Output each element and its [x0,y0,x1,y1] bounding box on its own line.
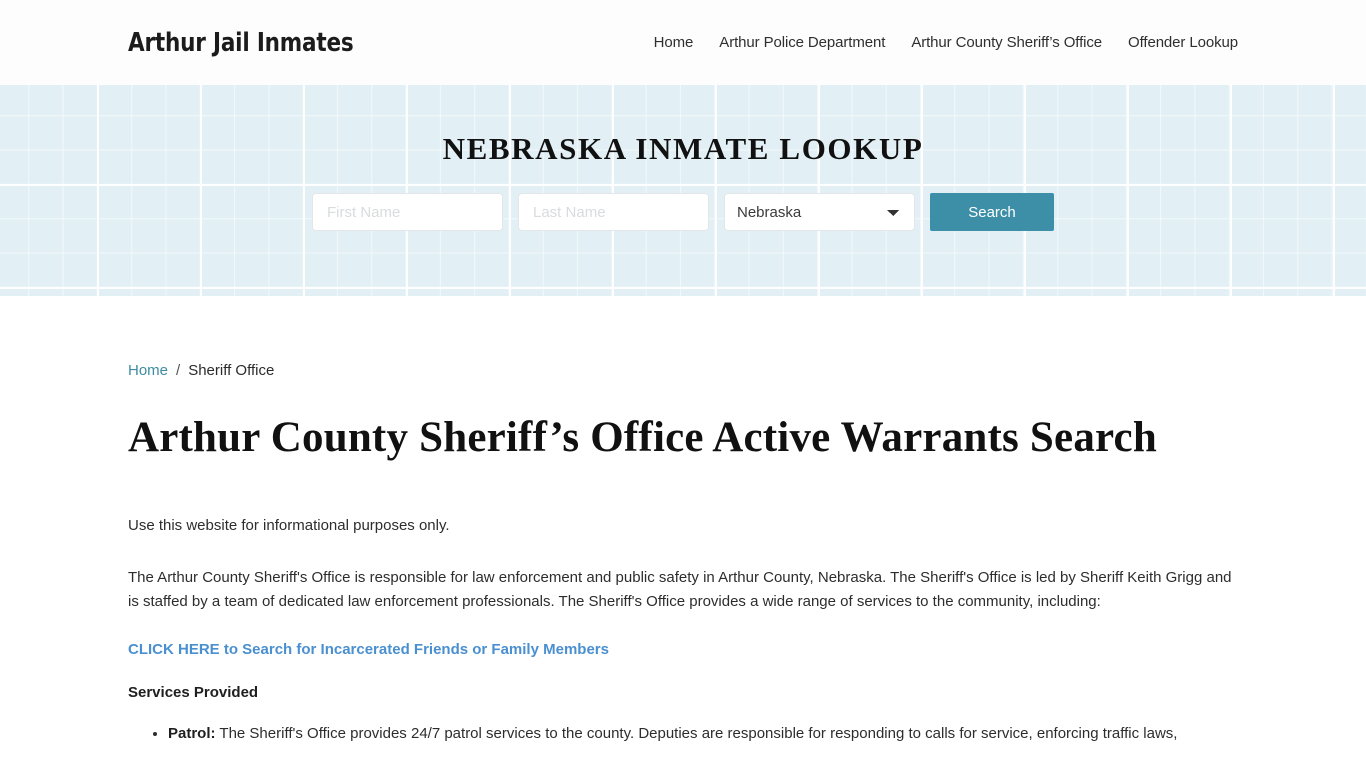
nav-item-offender-lookup[interactable]: Offender Lookup [1128,34,1238,51]
service-description: The Sheriff's Office provides 24/7 patro… [215,725,1178,743]
inmate-search-form: Nebraska Search [312,193,1054,231]
main-navigation: Home Arthur Police Department Arthur Cou… [654,34,1238,51]
nav-item-arthur-county-sheriffs-office[interactable]: Arthur County Sheriff’s Office [911,34,1102,51]
last-name-input[interactable] [518,193,709,231]
breadcrumb-separator: / [176,362,181,379]
inmate-search-cta-link[interactable]: CLICK HERE to Search for Incarcerated Fr… [128,641,1238,658]
first-name-input[interactable] [312,193,503,231]
list-item: Patrol: The Sheriff's Office provides 24… [168,722,1238,746]
search-button[interactable]: Search [930,193,1054,231]
page-title: Arthur County Sheriff’s Office Active Wa… [128,414,1157,461]
services-provided-heading: Services Provided [128,684,259,702]
disclaimer-text: Use this website for informational purpo… [128,517,450,535]
site-logo[interactable]: Arthur Jail Inmates [128,28,354,58]
service-term: Patrol: [168,725,216,743]
intro-paragraph: The Arthur County Sheriff's Office is re… [128,569,1232,611]
nav-item-home[interactable]: Home [654,34,694,51]
site-header: Arthur Jail Inmates Home Arthur Police D… [0,0,1366,85]
state-select[interactable]: Nebraska [724,193,915,231]
services-list: Patrol: The Sheriff's Office provides 24… [128,722,1238,746]
breadcrumb-current: Sheriff Office [188,362,275,379]
breadcrumb: Home / Sheriff Office [128,296,1238,379]
hero-title: NEBRASKA INMATE LOOKUP [442,131,924,166]
nav-item-arthur-police-department[interactable]: Arthur Police Department [719,34,885,51]
breadcrumb-link-home[interactable]: Home [128,362,168,379]
main-content: Home / Sheriff Office Arthur County Sher… [0,296,1366,746]
hero-section: NEBRASKA INMATE LOOKUP Nebraska Search [0,85,1366,296]
